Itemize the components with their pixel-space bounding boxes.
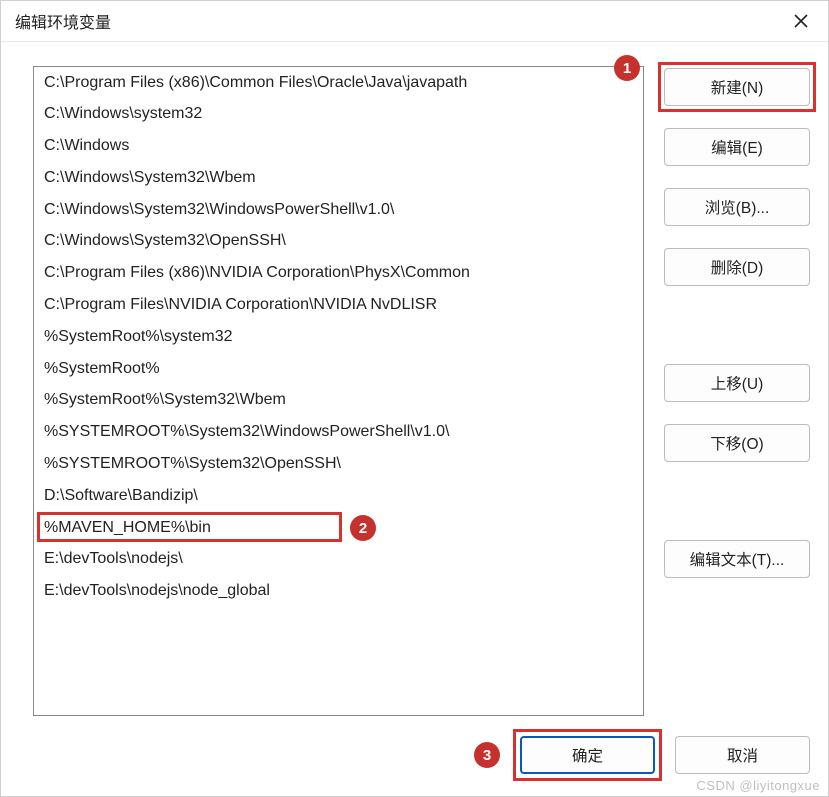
ok-button[interactable]: 确定 (520, 736, 655, 774)
list-item[interactable]: %SystemRoot% (34, 353, 643, 385)
list-item[interactable]: %SYSTEMROOT%\System32\OpenSSH\ (34, 449, 643, 481)
list-item[interactable]: C:\Windows\System32\WindowsPowerShell\v1… (34, 194, 643, 226)
close-button[interactable] (784, 7, 818, 35)
list-item[interactable]: %MAVEN_HOME%\bin (34, 512, 643, 544)
buttons-column: 新建(N) 编辑(E) 浏览(B)... 删除(D) 上移(U) 下移(O) 编… (664, 66, 810, 716)
titlebar: 编辑环境变量 (1, 1, 828, 42)
moveup-button[interactable]: 上移(U) (664, 364, 810, 402)
env-var-dialog: 编辑环境变量 C:\Program Files (x86)\Common Fil… (0, 0, 829, 797)
list-item[interactable]: %SystemRoot%\system32 (34, 321, 643, 353)
delete-button[interactable]: 删除(D) (664, 248, 810, 286)
list-item[interactable]: C:\Program Files (x86)\NVIDIA Corporatio… (34, 258, 643, 290)
dialog-title: 编辑环境变量 (15, 9, 111, 33)
browse-button[interactable]: 浏览(B)... (664, 188, 810, 226)
list-item[interactable]: C:\Windows\system32 (34, 99, 643, 131)
annotation-badge-3: 3 (474, 742, 500, 768)
new-button[interactable]: 新建(N) (664, 68, 810, 106)
edittext-button[interactable]: 编辑文本(T)... (664, 540, 810, 578)
cancel-button[interactable]: 取消 (675, 736, 810, 774)
list-item[interactable]: C:\Windows\System32\OpenSSH\ (34, 226, 643, 258)
watermark: CSDN @liyitongxue (696, 778, 820, 793)
list-item[interactable]: %SYSTEMROOT%\System32\WindowsPowerShell\… (34, 417, 643, 449)
list-item[interactable]: D:\Software\Bandizip\ (34, 480, 643, 512)
list-item[interactable]: C:\Windows\System32\Wbem (34, 162, 643, 194)
close-icon (794, 14, 808, 28)
path-listbox[interactable]: C:\Program Files (x86)\Common Files\Orac… (33, 66, 644, 716)
dialog-body: C:\Program Files (x86)\Common Files\Orac… (1, 42, 828, 726)
list-item[interactable]: %SystemRoot%\System32\Wbem (34, 385, 643, 417)
list-item[interactable]: E:\devTools\nodejs\ (34, 544, 643, 576)
dialog-footer: 3 确定 取消 CSDN @liyitongxue (1, 726, 828, 796)
movedown-button[interactable]: 下移(O) (664, 424, 810, 462)
spacer (664, 484, 810, 518)
list-item[interactable]: C:\Windows (34, 131, 643, 163)
spacer (664, 308, 810, 342)
list-item[interactable]: C:\Program Files\NVIDIA Corporation\NVID… (34, 290, 643, 322)
list-item[interactable]: C:\Program Files (x86)\Common Files\Orac… (34, 67, 643, 99)
list-item[interactable]: E:\devTools\nodejs\node_global (34, 576, 643, 608)
edit-button[interactable]: 编辑(E) (664, 128, 810, 166)
